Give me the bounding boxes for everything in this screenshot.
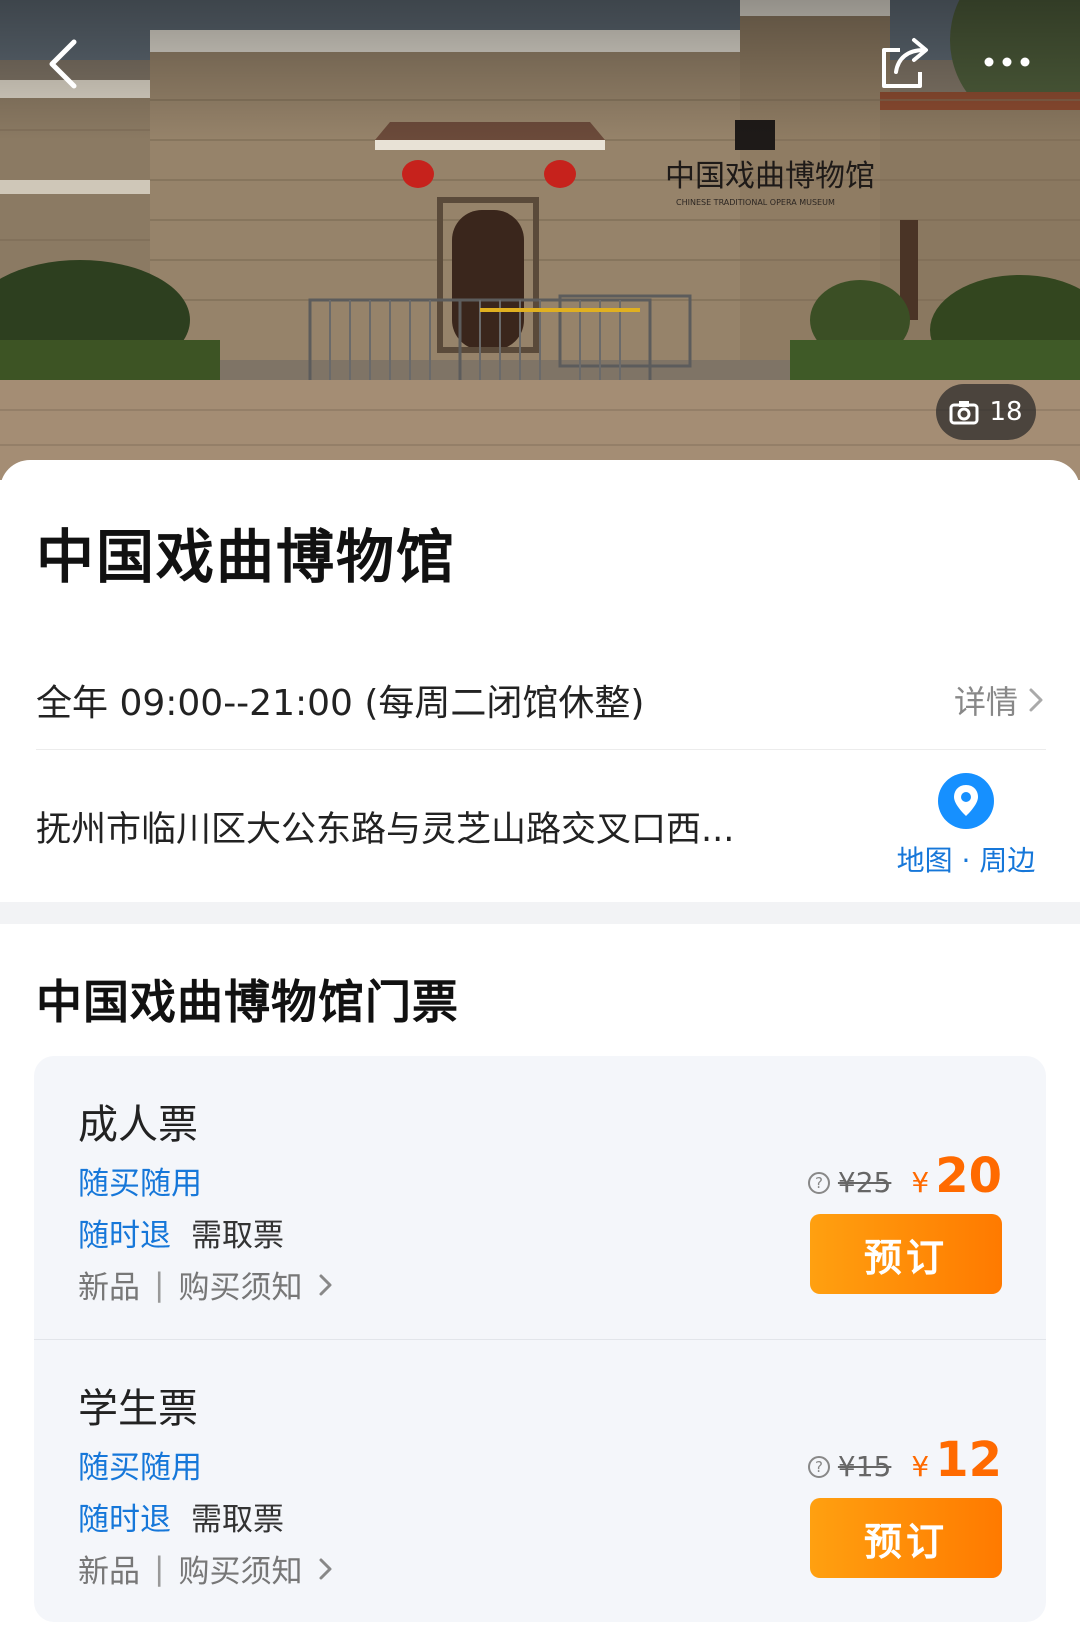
chevron-right-icon: [319, 1558, 332, 1579]
more-dots-icon: [984, 57, 1030, 67]
map-nearby-button[interactable]: 地图 · 周边: [886, 773, 1046, 879]
info-card: 中国戏曲博物馆 全年 09:00--21:00 (每周二闭馆休整) 详情 抚州市…: [0, 460, 1080, 902]
scenic-detail-page: 中国戏曲博物馆 CHINESE TRADITIONAL OPERA MUSEUM: [0, 0, 1080, 1652]
address-text: 抚州市临川区大公东路与灵芝山路交叉口西...: [36, 809, 735, 850]
share-icon: [882, 38, 928, 88]
ticket-tag-instant-use: 随买随用: [78, 1166, 202, 1202]
hero-photo[interactable]: 中国戏曲博物馆 CHINESE TRADITIONAL OPERA MUSEUM: [0, 0, 1080, 480]
photo-count-badge[interactable]: 18: [936, 384, 1036, 440]
book-button[interactable]: 预订: [810, 1214, 1002, 1294]
ticket-item-student[interactable]: 学生票 随买随用 随时退 需取票 新品 | 购买须知 ? ¥15 ¥ 12 预订: [34, 1339, 1046, 1622]
new-product-label: 新品: [78, 1554, 140, 1590]
ticket-name: 学生票: [78, 1386, 198, 1432]
section-divider: [0, 902, 1080, 924]
ticket-price: ? ¥15 ¥ 12: [807, 1432, 1002, 1488]
back-button[interactable]: [30, 28, 100, 98]
separator: |: [154, 1550, 165, 1587]
opening-hours-text: 全年 09:00--21:00 (每周二闭馆休整): [36, 682, 645, 724]
ticket-pickup-note: 需取票: [191, 1218, 284, 1254]
ticket-price: ? ¥25 ¥ 20: [807, 1148, 1002, 1204]
question-icon[interactable]: ?: [807, 1456, 830, 1478]
ticket-name: 成人票: [78, 1102, 198, 1148]
ticket-item-adult[interactable]: 成人票 随买随用 随时退 需取票 新品 | 购买须知 ? ¥25 ¥ 20 预订: [34, 1056, 1046, 1339]
question-icon[interactable]: ?: [807, 1172, 830, 1194]
separator: |: [154, 1266, 165, 1303]
museum-sign-en: CHINESE TRADITIONAL OPERA MUSEUM: [676, 198, 835, 207]
chevron-right-icon: [319, 1274, 332, 1295]
opening-hours-row[interactable]: 全年 09:00--21:00 (每周二闭馆休整) 详情: [36, 650, 1046, 750]
purchase-notice-link[interactable]: 新品 | 购买须知: [78, 1262, 336, 1307]
current-price: 20: [935, 1148, 1002, 1204]
current-price: 12: [935, 1432, 1002, 1488]
tickets-section-title: 中国戏曲博物馆门票: [36, 975, 459, 1029]
photo-count-value: 18: [989, 397, 1023, 427]
original-price: ¥15: [837, 1450, 892, 1483]
purchase-notice-label: 购买须知: [178, 1270, 303, 1306]
book-button[interactable]: 预订: [810, 1498, 1002, 1578]
detail-label: 详情: [953, 682, 1018, 721]
purchase-notice-label: 购买须知: [178, 1554, 303, 1590]
new-product-label: 新品: [78, 1270, 140, 1306]
currency-symbol: ¥: [911, 1450, 930, 1483]
more-button[interactable]: [975, 28, 1045, 98]
ticket-tag-refund: 随时退: [78, 1218, 171, 1254]
camera-icon: [949, 401, 979, 425]
ticket-tag-refund: 随时退: [78, 1502, 171, 1538]
original-price: ¥25: [837, 1166, 892, 1199]
map-nearby-label: 地图 · 周边: [896, 844, 1036, 877]
address-row[interactable]: 抚州市临川区大公东路与灵芝山路交叉口西... 地图 · 周边: [36, 750, 1046, 902]
purchase-notice-link[interactable]: 新品 | 购买须知: [78, 1546, 336, 1591]
currency-symbol: ¥: [911, 1166, 930, 1199]
share-button[interactable]: [870, 28, 940, 98]
museum-sign: 中国戏曲博物馆: [665, 159, 875, 194]
back-arrow-icon: [49, 39, 77, 89]
chevron-right-icon: [1029, 688, 1043, 711]
ticket-list: 成人票 随买随用 随时退 需取票 新品 | 购买须知 ? ¥25 ¥ 20 预订: [34, 1056, 1046, 1622]
detail-link[interactable]: 详情: [954, 677, 1046, 723]
ticket-tag-instant-use: 随买随用: [78, 1450, 202, 1486]
location-pin-icon: [938, 773, 994, 829]
page-title: 中国戏曲博物馆: [36, 523, 457, 591]
ticket-pickup-note: 需取票: [191, 1502, 284, 1538]
